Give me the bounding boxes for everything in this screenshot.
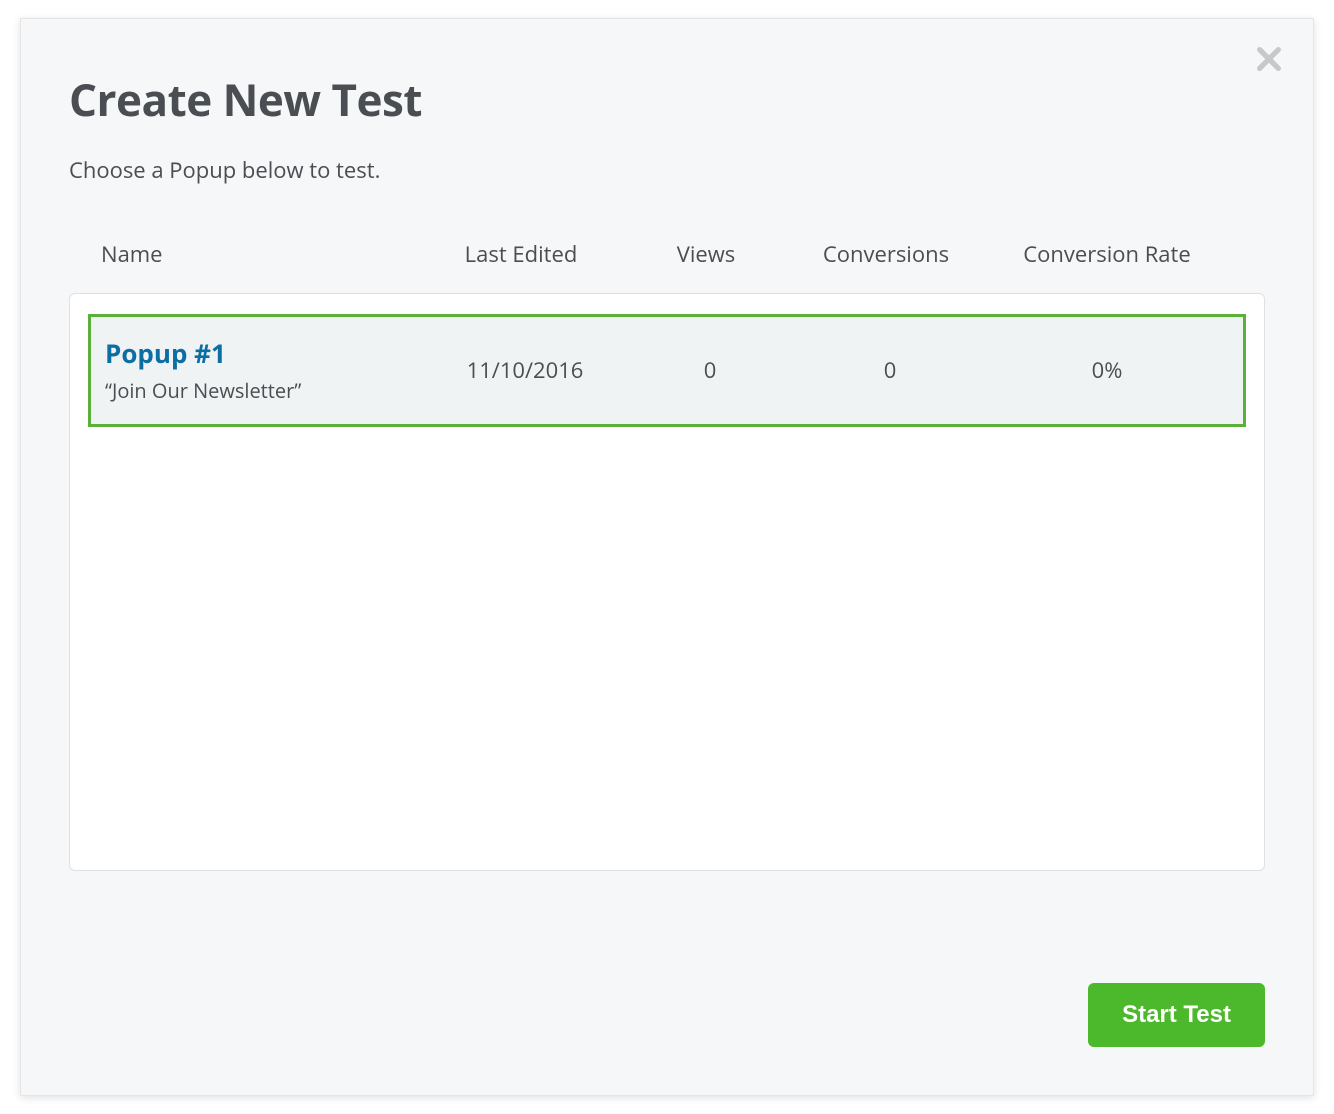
table-header: Name Last Edited Views Conversions Conve… [69,239,1265,293]
modal-subtitle: Choose a Popup below to test. [69,155,1265,185]
start-test-button[interactable]: Start Test [1088,983,1265,1047]
close-icon [1255,45,1283,73]
cell-last-edited: 11/10/2016 [425,355,625,385]
header-views: Views [621,239,791,269]
table-body: Popup #1 “Join Our Newsletter” 11/10/201… [69,293,1265,871]
modal-footer: Start Test [1088,983,1265,1047]
header-name: Name [101,239,421,269]
header-last-edited: Last Edited [421,239,621,269]
cell-views: 0 [625,355,795,385]
header-conversion-rate: Conversion Rate [981,239,1233,269]
cell-conversion-rate: 0% [985,355,1229,385]
popup-description: “Join Our Newsletter” [105,377,425,404]
cell-conversions: 0 [795,355,985,385]
close-button[interactable] [1251,41,1287,77]
header-conversions: Conversions [791,239,981,269]
create-test-modal: Create New Test Choose a Popup below to … [20,18,1314,1096]
popup-title: Popup #1 [105,335,425,371]
modal-title: Create New Test [69,69,1265,129]
table-row[interactable]: Popup #1 “Join Our Newsletter” 11/10/201… [88,314,1246,427]
